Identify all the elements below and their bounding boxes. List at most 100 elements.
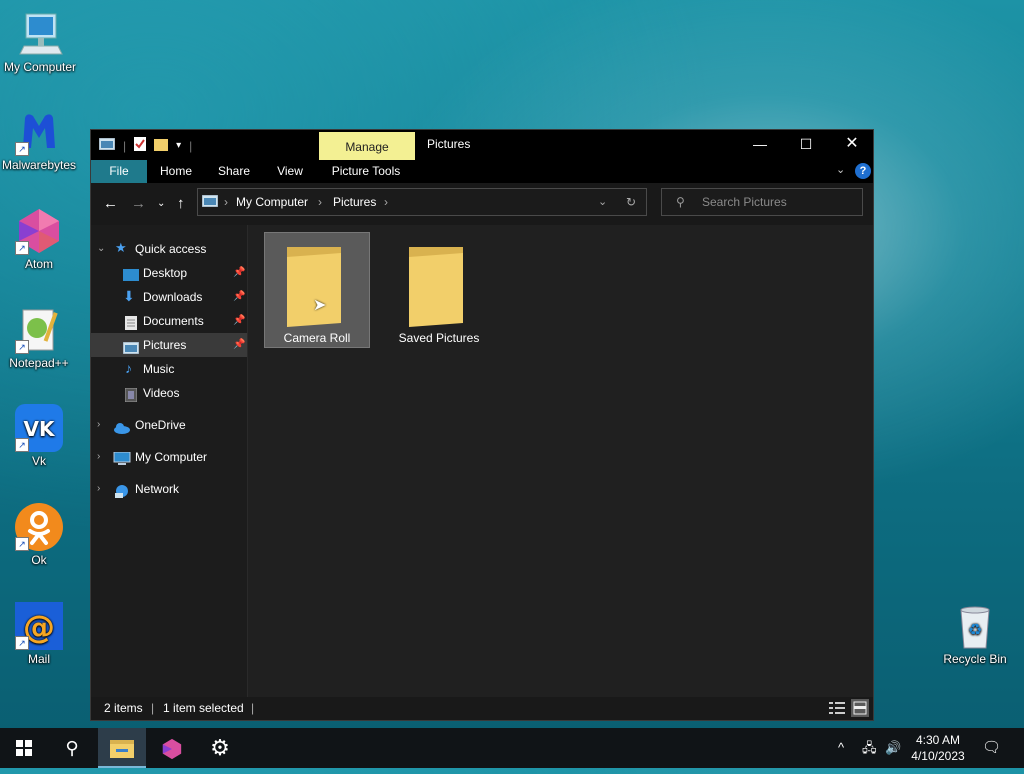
- desktop-icon-notepadpp[interactable]: ↗ Notepad++: [0, 306, 79, 370]
- taskbar-settings[interactable]: ⚙: [196, 728, 244, 768]
- nav-label: Downloads: [143, 290, 203, 304]
- notifications-icon[interactable]: 🗨: [982, 728, 1001, 768]
- nav-desktop[interactable]: Desktop 📌: [91, 261, 247, 285]
- address-row: ← → ⌄ ↑ › My Computer › Pictures › ⌄ ↻ ⚲…: [91, 183, 873, 225]
- folder-item[interactable]: Saved Pictures: [387, 233, 491, 347]
- nav-quick-access[interactable]: ⌄ ★ Quick access: [91, 237, 247, 261]
- start-button[interactable]: [0, 728, 48, 768]
- search-button[interactable]: ⚲: [48, 728, 96, 768]
- forward-button[interactable]: →: [131, 195, 146, 212]
- clock[interactable]: 4:30 AM 4/10/2023: [910, 728, 966, 768]
- pin-icon[interactable]: 📌: [233, 261, 245, 285]
- refresh-icon[interactable]: ↻: [626, 189, 636, 215]
- help-icon[interactable]: ?: [855, 163, 871, 179]
- desktop-icon-label: Ok: [31, 553, 47, 567]
- taskbar-file-explorer[interactable]: [98, 728, 146, 768]
- up-button[interactable]: ↑: [177, 195, 185, 212]
- desktop-icon-malwarebytes[interactable]: ↗ Malwarebytes: [0, 108, 79, 172]
- taskbar-atom[interactable]: [148, 728, 196, 768]
- music-note-icon: ♪: [125, 360, 132, 376]
- tab-file[interactable]: File: [91, 160, 147, 183]
- folder-name: Saved Pictures: [398, 331, 480, 345]
- chevron-right-icon[interactable]: ›: [97, 445, 100, 469]
- tab-view[interactable]: View: [267, 160, 313, 183]
- chevron-right-icon[interactable]: ›: [97, 477, 100, 501]
- large-icons-view-icon[interactable]: [851, 699, 869, 717]
- nav-label: Pictures: [143, 338, 187, 352]
- svg-text:♻: ♻: [968, 620, 982, 639]
- tab-home[interactable]: Home: [151, 160, 201, 183]
- network-tray-icon[interactable]: 🖧: [862, 728, 877, 768]
- nav-label: OneDrive: [135, 418, 186, 432]
- pictures-icon: [122, 338, 140, 355]
- breadcrumb-my-computer[interactable]: My Computer: [236, 189, 308, 215]
- nav-label: Music: [143, 362, 175, 376]
- shortcut-arrow-icon: ↗: [15, 636, 29, 650]
- address-dropdown-icon[interactable]: ⌄: [598, 189, 607, 215]
- desktop-icon-label: Atom: [24, 257, 53, 271]
- tab-picture-tools[interactable]: Picture Tools: [323, 160, 409, 183]
- desktop-icon-atom[interactable]: ↗ Atom: [0, 207, 79, 271]
- nav-onedrive[interactable]: › OneDrive: [91, 413, 247, 437]
- search-box[interactable]: ⚲ Search Pictures: [661, 188, 863, 216]
- pin-icon[interactable]: 📌: [233, 333, 245, 357]
- breadcrumb-pictures[interactable]: Pictures: [333, 189, 376, 215]
- desktop-icon-label: My Computer: [3, 60, 77, 74]
- chevron-right-icon[interactable]: ›: [97, 413, 100, 437]
- computer-icon: [16, 10, 64, 58]
- nav-pictures[interactable]: Pictures 📌: [91, 333, 247, 357]
- desktop-icon-my-computer[interactable]: My Computer: [0, 10, 80, 74]
- cloud-icon: [113, 418, 130, 434]
- desktop-icon-label: Notepad++: [9, 356, 69, 370]
- desktop-icon-mail[interactable]: @ ↗ Mail: [0, 602, 79, 666]
- folder-name: Camera Roll: [283, 331, 351, 345]
- properties-icon[interactable]: [134, 137, 147, 154]
- nav-downloads[interactable]: ⬇ Downloads 📌: [91, 285, 247, 309]
- pin-icon[interactable]: 📌: [233, 309, 245, 333]
- address-bar[interactable]: › My Computer › Pictures › ⌄ ↻: [197, 188, 647, 216]
- nav-network[interactable]: › Network: [91, 477, 247, 501]
- maximize-button[interactable]: ☐: [783, 130, 829, 158]
- close-button[interactable]: ✕: [829, 130, 875, 158]
- nav-videos[interactable]: Videos: [91, 381, 247, 405]
- folder-item[interactable]: ➤ Camera Roll: [264, 232, 370, 348]
- gear-icon: ⚙: [210, 735, 230, 760]
- status-separator: |: [151, 701, 155, 715]
- desktop-icon-vk[interactable]: VK ↗ Vk: [0, 404, 79, 468]
- pictures-location-icon: [201, 194, 219, 210]
- chevron-down-icon[interactable]: ⌄: [97, 237, 105, 261]
- explorer-window-icon[interactable]: [98, 137, 116, 153]
- taskbar: ⚲ ⚙ ^ 🖧 🔊 4:30 AM 4/10/2023 🗨: [0, 728, 1024, 768]
- nav-label: Desktop: [143, 266, 188, 280]
- file-explorer-icon: [110, 740, 134, 758]
- tab-share[interactable]: Share: [209, 160, 259, 183]
- desktop-icon-ok[interactable]: ↗ Ok: [0, 503, 79, 567]
- recent-locations-chevron-icon[interactable]: ⌄: [157, 198, 165, 209]
- atom-icon: ↗: [15, 207, 63, 255]
- desktop-icon-label: Mail: [27, 652, 50, 666]
- folder-icon: [409, 247, 463, 327]
- desktop-icon-recycle-bin[interactable]: ♻ Recycle Bin: [935, 602, 1015, 666]
- toolbar-separator: |: [123, 138, 127, 153]
- new-folder-icon[interactable]: [154, 137, 169, 154]
- file-list: ➤ Camera Roll Saved Pictures: [248, 225, 873, 697]
- volume-icon[interactable]: 🔊: [885, 728, 901, 768]
- details-view-icon[interactable]: [829, 701, 845, 718]
- minimize-button[interactable]: —: [737, 130, 783, 158]
- notepadpp-icon: ↗: [15, 306, 63, 354]
- file-explorer-window: | ▾ | Manage Pictures — ☐ ✕ File Home Sh…: [90, 129, 874, 721]
- ribbon-tabs: File Home Share View Picture Tools ⌄ ?: [91, 160, 873, 183]
- tab-manage[interactable]: Manage: [319, 132, 415, 160]
- nav-label: My Computer: [135, 450, 208, 464]
- expand-ribbon-icon[interactable]: ⌄: [836, 163, 845, 176]
- nav-my-computer[interactable]: › My Computer: [91, 445, 247, 469]
- nav-documents[interactable]: Documents 📌: [91, 309, 247, 333]
- back-button[interactable]: ←: [103, 195, 118, 212]
- show-hidden-icons-chevron-icon[interactable]: ^: [838, 728, 844, 768]
- mouse-cursor-icon: ➤: [313, 297, 327, 314]
- pin-icon[interactable]: 📌: [233, 285, 245, 309]
- clock-time: 4:30 AM: [915, 733, 961, 747]
- nav-music[interactable]: ♪ Music: [91, 357, 247, 381]
- customize-toolbar-icon[interactable]: ▾: [176, 140, 181, 151]
- breadcrumb-separator-icon: ›: [384, 195, 388, 209]
